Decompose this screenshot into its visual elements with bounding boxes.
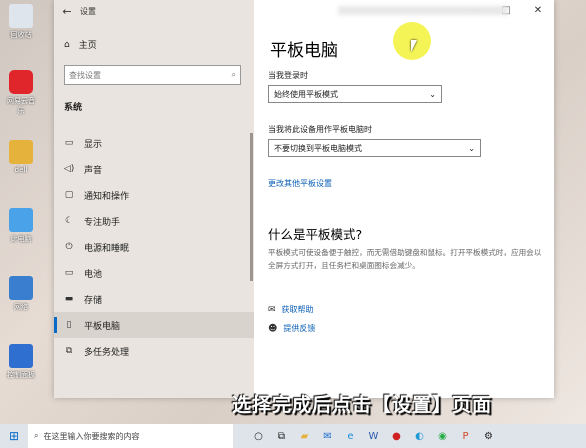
file-explorer-icon[interactable]: ▰ xyxy=(293,431,316,442)
edge-icon[interactable]: e xyxy=(339,431,362,442)
search-icon: ⌕ xyxy=(231,70,236,79)
sidebar-item-sound[interactable]: ◁) 声音 xyxy=(54,156,254,182)
taskbar-search-placeholder: 在这里输入你要搜索的内容 xyxy=(43,431,140,441)
notification-icon: ▢ xyxy=(64,190,74,200)
desktop-icon-label: dell xyxy=(14,166,28,174)
video-caption: 选择完成后点击【设置】页面 xyxy=(232,394,493,416)
settings-main-panel: — □ ✕ 平板电脑 当我登录时 始终使用平板模式 ⌄ 当我将此设备用作平板电脑… xyxy=(254,0,554,398)
desktop-icon-netease-music[interactable]: 网易云音乐 xyxy=(4,70,38,116)
recycle-bin-icon xyxy=(9,4,33,28)
sidebar-item-tablet[interactable]: ▯ 平板电脑 xyxy=(54,312,254,338)
battery-icon: ▭ xyxy=(64,268,74,278)
mouse-pointer-icon xyxy=(411,40,417,52)
taskbar-search-box[interactable]: ⌕ 在这里输入你要搜索的内容 xyxy=(28,424,233,448)
feedback-person-icon: ☻ xyxy=(268,323,278,334)
computer-icon xyxy=(9,208,33,232)
desktop-icon-network[interactable]: 网络 xyxy=(4,276,38,312)
settings-sidebar: ← 设置 ⌂ 主页 查找设置 ⌕ 系统 ▭ 显示 ◁) 声音 ▢ 通知和操作 ☾ 专注助… xyxy=(54,0,254,398)
home-label: 主页 xyxy=(78,41,97,51)
moon-icon: ☾ xyxy=(64,216,74,226)
sidebar-item-label: 平板电脑 xyxy=(84,321,121,332)
folder-icon xyxy=(9,140,33,164)
signin-label: 当我登录时 xyxy=(268,71,308,80)
multitask-icon: ⧉ xyxy=(65,346,73,356)
cortana-icon[interactable]: ○ xyxy=(247,431,270,442)
section-heading: 什么是平板模式? xyxy=(268,227,363,242)
sidebar-item-label: 专注助手 xyxy=(84,217,121,228)
control-panel-icon xyxy=(9,344,33,368)
dropdown-value: 始终使用平板模式 xyxy=(274,89,338,99)
tablet-switch-dropdown[interactable]: 不要切换到平板电脑模式 ⌄ xyxy=(268,139,481,157)
section-title: 系统 xyxy=(64,103,83,113)
desktop-icon-label: 网易云音乐 xyxy=(7,97,35,115)
home-link[interactable]: ⌂ 主页 xyxy=(64,38,97,52)
desktop-icon-label: 回收站 xyxy=(10,31,32,39)
sidebar-item-label: 电源和睡眠 xyxy=(84,243,130,254)
sidebar-item-focus-assist[interactable]: ☾ 专注助手 xyxy=(54,208,254,234)
get-help-link[interactable]: ✉ 获取帮助 xyxy=(268,304,314,315)
feedback-label: 提供反馈 xyxy=(283,324,316,333)
mail-icon[interactable]: ✉ xyxy=(316,431,339,442)
sidebar-item-multitasking[interactable]: ⧉ 多任务处理 xyxy=(54,338,254,364)
desktop-icon-dell[interactable]: dell xyxy=(4,140,38,174)
sidebar-item-label: 显示 xyxy=(84,139,103,150)
wechat-icon[interactable]: ◉ xyxy=(431,431,454,442)
sidebar-item-battery[interactable]: ▭ 电池 xyxy=(54,260,254,286)
signin-mode-dropdown[interactable]: 始终使用平板模式 ⌄ xyxy=(268,85,442,103)
taskbar-app-icons: ○ ⧉ ▰ ✉ e W ● ◐ ◉ P ⚙ xyxy=(247,431,500,442)
desktop-icon-recycle-bin[interactable]: 回收站 xyxy=(4,4,38,40)
title-bar: ← 设置 xyxy=(54,0,254,22)
sidebar-item-power[interactable]: ⏻ 电源和睡眠 xyxy=(54,234,254,260)
sidebar-item-label: 多任务处理 xyxy=(84,347,130,358)
home-icon: ⌂ xyxy=(64,39,70,50)
sidebar-item-label: 通知和操作 xyxy=(84,191,130,202)
network-icon xyxy=(9,276,33,300)
sidebar-scrollbar[interactable] xyxy=(250,133,253,281)
sidebar-item-notifications[interactable]: ▢ 通知和操作 xyxy=(54,182,254,208)
close-button[interactable]: ✕ xyxy=(522,0,554,22)
powerpoint-icon[interactable]: P xyxy=(454,431,477,442)
search-icon: ⌕ xyxy=(34,431,39,440)
netease-music-icon xyxy=(9,70,33,94)
sidebar-item-display[interactable]: ▭ 显示 xyxy=(54,130,254,156)
sidebar-item-label: 声音 xyxy=(84,165,103,176)
tablet-mode-description: 平板模式可使设备便于触控，而无需借助键盘和鼠标。打开平板模式时，应用会以全屏方式… xyxy=(268,248,542,270)
windows-start-icon[interactable]: ⊞ xyxy=(0,429,28,443)
sidebar-item-label: 电池 xyxy=(84,269,103,280)
tablet-icon: ▯ xyxy=(66,320,72,330)
sidebar-item-label: 存储 xyxy=(84,295,103,306)
record-icon[interactable]: ● xyxy=(385,431,408,442)
help-chat-icon: ✉ xyxy=(268,304,276,315)
blurred-region xyxy=(338,6,508,15)
sound-icon: ◁) xyxy=(63,164,75,174)
search-placeholder: 查找设置 xyxy=(69,70,101,80)
desktop-icon-label: 网络 xyxy=(14,303,28,311)
more-tablet-settings-link[interactable]: 更改其他平板设置 xyxy=(268,178,332,189)
browser-icon[interactable]: ◐ xyxy=(408,431,431,442)
desktop-icon-label: 控制面板 xyxy=(7,371,35,379)
settings-search-input[interactable]: 查找设置 ⌕ xyxy=(64,65,241,85)
power-icon: ⏻ xyxy=(65,242,73,252)
sidebar-item-storage[interactable]: ▬ 存储 xyxy=(54,286,254,312)
storage-icon: ▬ xyxy=(64,294,74,304)
get-help-label: 获取帮助 xyxy=(281,305,314,314)
feedback-link[interactable]: ☻ 提供反馈 xyxy=(268,323,315,334)
chevron-down-icon: ⌄ xyxy=(468,143,475,153)
sidebar-nav: ▭ 显示 ◁) 声音 ▢ 通知和操作 ☾ 专注助手 ⏻ 电源和睡眠 ▭ 电池 ▬ 存储 ▯ 平板… xyxy=(54,130,254,364)
desktop-icon-this-pc[interactable]: 此电脑 xyxy=(4,208,38,244)
settings-window: ← 设置 ⌂ 主页 查找设置 ⌕ 系统 ▭ 显示 ◁) 声音 ▢ 通知和操作 ☾ 专注助… xyxy=(54,0,554,398)
desktop-icon-control-panel[interactable]: 控制面板 xyxy=(4,344,38,380)
gear-icon[interactable]: ⚙ xyxy=(477,431,500,442)
window-title: 设置 xyxy=(80,6,96,16)
word-icon[interactable]: W xyxy=(362,431,385,442)
back-arrow-icon[interactable]: ← xyxy=(54,5,80,18)
taskbar: ⊞ ⌕ 在这里输入你要搜索的内容 ○ ⧉ ▰ ✉ e W ● ◐ ◉ P ⚙ xyxy=(0,424,586,448)
desktop-icon-label: 此电脑 xyxy=(10,235,32,243)
dropdown-value: 不要切换到平板电脑模式 xyxy=(274,143,362,153)
chevron-down-icon: ⌄ xyxy=(429,89,436,99)
task-view-icon[interactable]: ⧉ xyxy=(270,431,293,442)
display-icon: ▭ xyxy=(64,138,74,148)
page-title: 平板电脑 xyxy=(270,41,338,61)
device-label: 当我将此设备用作平板电脑时 xyxy=(268,125,372,134)
